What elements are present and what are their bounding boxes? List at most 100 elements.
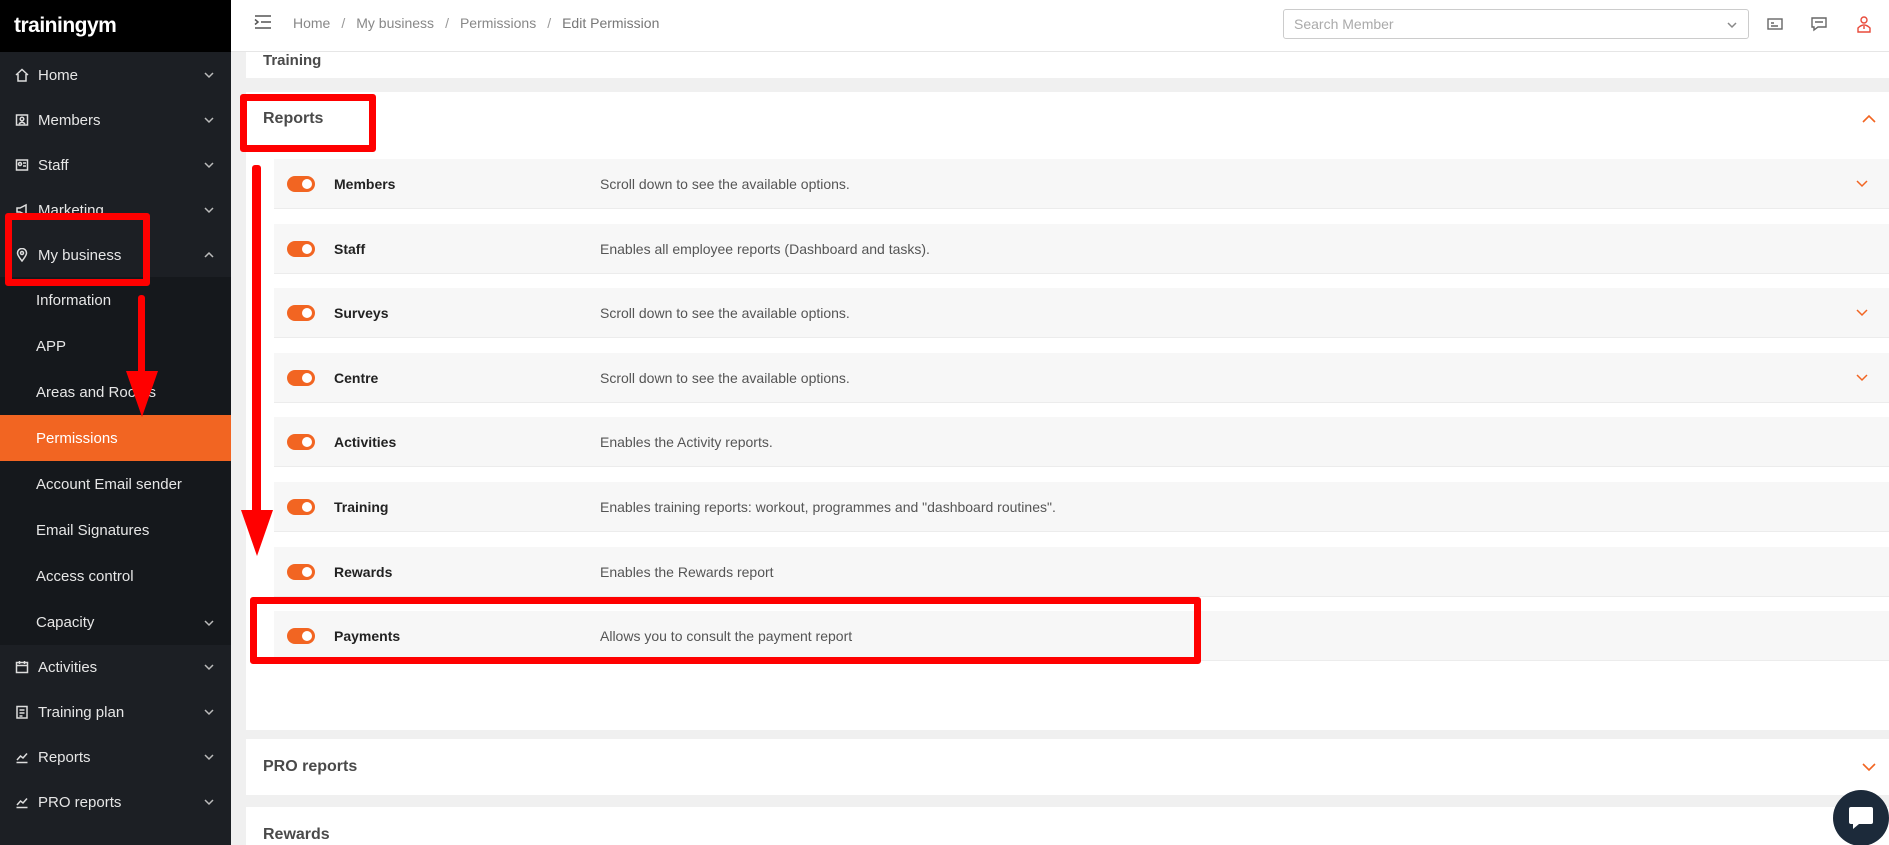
chevron-down-icon <box>203 203 215 215</box>
sidebar-item-staff[interactable]: Staff <box>0 143 231 187</box>
sidebar-item-label: PRO reports <box>38 793 122 811</box>
annotation-arrowhead-reports <box>241 510 273 556</box>
sidebar-item-reports[interactable]: Reports <box>0 735 231 779</box>
chart-icon <box>14 794 30 810</box>
permission-toggle[interactable] <box>287 628 315 644</box>
sidebar-subitem-label: Email Signatures <box>36 521 150 539</box>
permission-name: Surveys <box>334 305 389 321</box>
sidebar-subitem-label: Capacity <box>36 613 95 631</box>
sidebar-subitem-label: Permissions <box>36 429 118 447</box>
clipboard-icon <box>14 704 30 720</box>
sidebar: trainingym Home Members Staff Marketing … <box>0 0 231 845</box>
members-icon <box>14 112 30 128</box>
calendar-icon <box>14 659 30 675</box>
permission-name: Rewards <box>334 564 393 580</box>
permission-name: Activities <box>334 434 397 450</box>
chevron-down-icon[interactable] <box>1855 305 1869 324</box>
chevron-down-icon[interactable] <box>1726 18 1738 34</box>
chat-bubble-icon <box>1849 807 1873 829</box>
breadcrumb-edit-permission: Edit Permission <box>562 15 660 31</box>
search-member-input[interactable]: Search Member <box>1283 9 1749 39</box>
permission-row: Staff Enables all employee reports (Dashb… <box>274 224 1889 274</box>
chevron-down-icon <box>203 68 215 80</box>
chevron-up-icon[interactable] <box>1861 111 1877 132</box>
top-bar: Home / My business / Permissions / Edit … <box>231 0 1889 52</box>
pro-reports-section[interactable]: PRO reports <box>246 739 1889 795</box>
chevron-down-icon <box>203 660 215 672</box>
chevron-down-icon <box>203 113 215 125</box>
chevron-down-icon[interactable] <box>1855 370 1869 389</box>
sidebar-subitem-email-signatures[interactable]: Email Signatures <box>0 507 231 553</box>
chevron-down-icon <box>203 750 215 762</box>
trainingym-logo[interactable]: trainingym <box>0 0 231 52</box>
sidebar-subitem-permissions[interactable]: Permissions <box>0 415 231 461</box>
permission-toggle[interactable] <box>287 370 315 386</box>
chart-icon <box>14 749 30 765</box>
chevron-down-icon[interactable] <box>1861 759 1877 780</box>
annotation-arrowhead-sidebar <box>126 371 158 417</box>
permission-toggle[interactable] <box>287 176 315 192</box>
calendar-card-icon[interactable] <box>1766 15 1784 33</box>
annotation-arrow-reports <box>252 165 261 515</box>
sidebar-item-label: Training plan <box>38 703 125 721</box>
user-alert-icon[interactable] <box>1855 15 1873 33</box>
sidebar-subitem-access-control[interactable]: Access control <box>0 553 231 599</box>
sidebar-subitem-app[interactable]: APP <box>0 323 231 369</box>
permission-row: Payments Allows you to consult the paymen… <box>274 611 1889 661</box>
chevron-down-icon <box>203 158 215 170</box>
permission-row: Members Scroll down to see the available … <box>274 159 1889 209</box>
breadcrumb-my-business[interactable]: My business <box>356 15 434 31</box>
permission-description: Scroll down to see the available options… <box>600 305 850 321</box>
permission-toggle[interactable] <box>287 434 315 450</box>
permission-row: Surveys Scroll down to see the available … <box>274 288 1889 338</box>
staff-icon <box>14 157 30 173</box>
permission-description: Allows you to consult the payment report <box>600 628 853 644</box>
chevron-down-icon <box>203 705 215 717</box>
permission-toggle[interactable] <box>287 305 315 321</box>
sidebar-subitem-areas-and-rooms[interactable]: Areas and Rooms <box>0 369 231 415</box>
permission-name: Training <box>334 499 389 515</box>
sidebar-subitem-account-email-sender[interactable]: Account Email sender <box>0 461 231 507</box>
sidebar-item-pro-reports[interactable]: PRO reports <box>0 780 231 824</box>
permission-name: Staff <box>334 241 366 257</box>
location-pin-icon <box>14 247 30 263</box>
sidebar-item-my-business[interactable]: My business <box>0 233 231 277</box>
permission-row: Training Enables training reports: workou… <box>274 482 1889 532</box>
sidebar-item-label: Reports <box>38 748 91 766</box>
sidebar-item-marketing[interactable]: Marketing <box>0 188 231 232</box>
sidebar-item-label: Home <box>38 66 79 84</box>
chevron-up-icon <box>203 248 215 260</box>
sidebar-subitem-label: Access control <box>36 567 134 585</box>
permission-toggle[interactable] <box>287 564 315 580</box>
sidebar-item-activities[interactable]: Activities <box>0 645 231 689</box>
permission-description: Scroll down to see the available options… <box>600 176 850 192</box>
breadcrumb-permissions[interactable]: Permissions <box>460 15 536 31</box>
sidebar-subitem-information[interactable]: Information <box>0 277 231 323</box>
permission-name: Payments <box>334 628 401 644</box>
breadcrumb: Home / My business / Permissions / Edit … <box>293 15 659 31</box>
main-content: Training Reports Members Scroll down to s… <box>231 32 1889 845</box>
permission-toggle[interactable] <box>287 241 315 257</box>
sidebar-subitem-label: Information <box>36 291 112 309</box>
permission-description: Enables all employee reports (Dashboard … <box>600 241 930 257</box>
search-placeholder: Search Member <box>1294 16 1394 32</box>
sidebar-subitem-label: APP <box>36 337 67 355</box>
sidebar-subitem-label: Account Email sender <box>36 475 182 493</box>
section-title: Training <box>263 52 322 69</box>
annotation-arrow-sidebar <box>138 295 145 375</box>
permission-description: Scroll down to see the available options… <box>600 370 850 386</box>
sidebar-item-training-plan[interactable]: Training plan <box>0 690 231 734</box>
breadcrumb-home[interactable]: Home <box>293 15 330 31</box>
sidebar-subitem-capacity[interactable]: Capacity <box>0 599 231 645</box>
rewards-section[interactable]: Rewards <box>246 807 1889 845</box>
sidebar-item-label: Marketing <box>38 201 104 219</box>
permission-toggle[interactable] <box>287 499 315 515</box>
permission-description: Enables training reports: workout, progr… <box>600 499 1056 515</box>
chat-bubble-icon[interactable] <box>1810 15 1828 33</box>
sidebar-item-members[interactable]: Members <box>0 98 231 142</box>
section-title[interactable]: Reports <box>263 110 323 128</box>
sidebar-item-home[interactable]: Home <box>0 53 231 97</box>
chevron-down-icon[interactable] <box>1855 176 1869 195</box>
chat-widget-button[interactable] <box>1833 790 1889 845</box>
menu-toggle-icon[interactable] <box>254 14 272 30</box>
